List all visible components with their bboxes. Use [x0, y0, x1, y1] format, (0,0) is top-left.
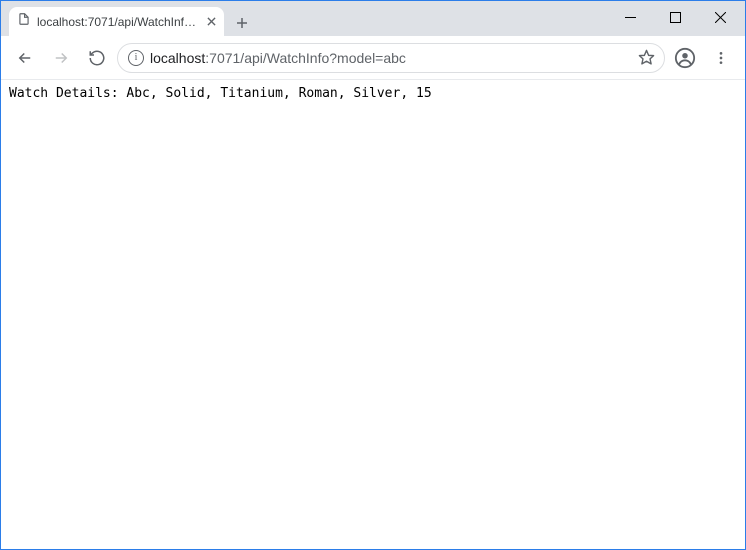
toolbar: localhost:7071/api/WatchInfo?model=abc: [1, 36, 745, 80]
back-button[interactable]: [9, 42, 41, 74]
url-host: localhost: [150, 50, 205, 66]
bookmark-button[interactable]: [632, 44, 660, 72]
tab-title: localhost:7071/api/WatchInfo?model=abc: [37, 15, 200, 29]
url-text: localhost:7071/api/WatchInfo?model=abc: [150, 50, 626, 66]
tab-strip: localhost:7071/api/WatchInfo?model=abc: [1, 1, 254, 36]
page-body-text: Watch Details: Abc, Solid, Titanium, Rom…: [9, 86, 737, 101]
reload-button[interactable]: [81, 42, 113, 74]
forward-button[interactable]: [45, 42, 77, 74]
maximize-button[interactable]: [653, 3, 698, 32]
file-icon: [17, 12, 31, 31]
close-window-button[interactable]: [698, 3, 743, 32]
profile-button[interactable]: [669, 42, 701, 74]
page-viewport[interactable]: Watch Details: Abc, Solid, Titanium, Rom…: [1, 80, 745, 549]
minimize-button[interactable]: [608, 3, 653, 32]
address-bar[interactable]: localhost:7071/api/WatchInfo?model=abc: [117, 43, 665, 73]
title-bar: localhost:7071/api/WatchInfo?model=abc: [1, 1, 745, 36]
close-tab-button[interactable]: [206, 17, 216, 27]
browser-tab[interactable]: localhost:7071/api/WatchInfo?model=abc: [9, 7, 224, 36]
window-controls: [608, 3, 743, 32]
url-rest: :7071/api/WatchInfo?model=abc: [205, 50, 406, 66]
new-tab-button[interactable]: [230, 11, 254, 35]
site-info-icon[interactable]: [128, 50, 144, 66]
menu-button[interactable]: [705, 42, 737, 74]
